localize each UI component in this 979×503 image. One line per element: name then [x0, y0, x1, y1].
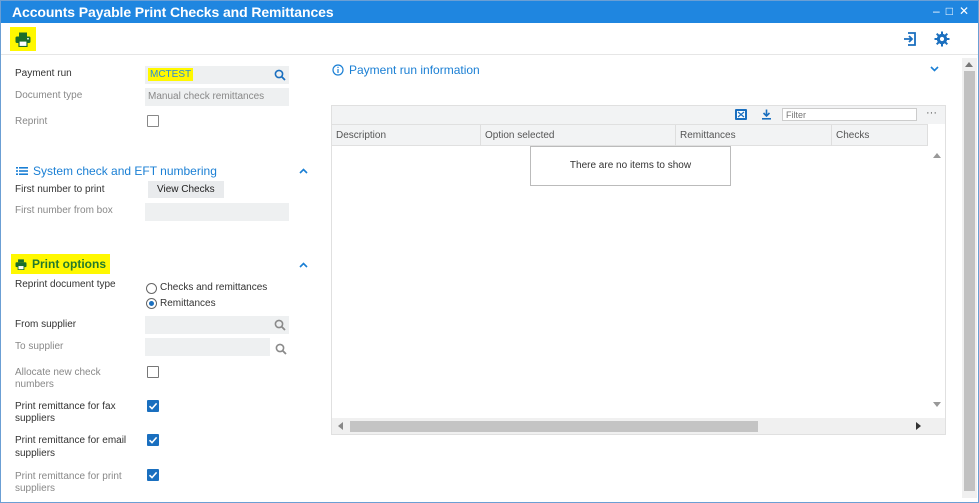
- print-options-section-title[interactable]: Print options: [11, 254, 110, 274]
- info-icon: [332, 64, 344, 76]
- first-from-box-label: First number from box: [15, 205, 113, 216]
- fax-checkbox[interactable]: [147, 400, 159, 412]
- search-icon[interactable]: [274, 69, 286, 81]
- payment-info-grid: ··· Description Option selected Remittan…: [331, 105, 946, 435]
- checkmark-icon: [148, 471, 158, 479]
- numbering-title-text: System check and EFT numbering: [33, 164, 217, 178]
- chevron-down-icon[interactable]: [930, 66, 939, 72]
- from-supplier-input[interactable]: [145, 316, 289, 334]
- allocate-label-line1: Allocate new check: [15, 367, 101, 378]
- document-type-value: Manual check remittances: [148, 91, 265, 102]
- email-label-line1: Print remittance for email: [15, 435, 127, 446]
- export-icon: [904, 32, 916, 46]
- gear-icon: [934, 31, 950, 47]
- print-label-line1: Print remittance for print: [15, 471, 122, 482]
- toolbar: [1, 23, 978, 55]
- close-button[interactable]: ✕: [959, 4, 969, 18]
- search-icon[interactable]: [274, 319, 286, 331]
- minimize-button[interactable]: –: [933, 4, 940, 18]
- reprint-label: Reprint: [15, 116, 48, 127]
- email-checkbox[interactable]: [147, 434, 159, 446]
- print-options-title-text: Print options: [32, 257, 106, 271]
- chevron-up-icon[interactable]: [299, 168, 308, 174]
- empty-message: There are no items to show: [530, 146, 731, 186]
- fax-label-line1: Print remittance for fax: [15, 401, 116, 412]
- filter-input[interactable]: [782, 108, 917, 121]
- payment-run-label: Payment run: [15, 68, 72, 79]
- scroll-up-arrow-icon[interactable]: [933, 152, 941, 158]
- grid-vertical-scrollbar[interactable]: [930, 146, 945, 414]
- first-number-label: First number to print: [15, 184, 105, 195]
- numbering-section-title[interactable]: System check and EFT numbering: [16, 164, 217, 178]
- chevron-up-icon[interactable]: [299, 262, 308, 268]
- print-button[interactable]: [10, 27, 36, 51]
- payment-run-input[interactable]: MCTEST: [145, 66, 289, 84]
- page-scroll-thumb[interactable]: [964, 71, 975, 491]
- window-controls: – □ ✕: [933, 4, 969, 18]
- search-icon[interactable]: [275, 343, 287, 355]
- maximize-button[interactable]: □: [946, 4, 953, 18]
- fax-label-line2: suppliers: [15, 413, 56, 424]
- view-checks-button[interactable]: View Checks: [148, 181, 224, 198]
- email-label-line2: suppliers: [15, 448, 56, 459]
- page-vertical-scrollbar[interactable]: [962, 58, 977, 498]
- to-supplier-label: To supplier: [15, 341, 64, 352]
- horizontal-scroll-thumb[interactable]: [350, 421, 758, 432]
- grid-header: Description Option selected Remittances …: [332, 124, 928, 146]
- radio-checks-and-remittances[interactable]: [146, 283, 157, 294]
- window-title: Accounts Payable Print Checks and Remitt…: [12, 4, 334, 20]
- reprint-doc-type-label: Reprint document type: [15, 279, 116, 290]
- print-label-line2: suppliers: [15, 483, 56, 494]
- title-bar: Accounts Payable Print Checks and Remitt…: [1, 1, 978, 23]
- to-supplier-input[interactable]: [145, 338, 270, 356]
- allocate-label-line2: numbers: [15, 379, 54, 390]
- document-type-field: Manual check remittances: [145, 88, 289, 106]
- radio-checks-and-remittances-label: Checks and remittances: [160, 282, 268, 293]
- download-icon[interactable]: [761, 109, 772, 120]
- allocate-checkbox[interactable]: [147, 366, 159, 378]
- reprint-checkbox[interactable]: [147, 115, 159, 127]
- checkmark-icon: [148, 402, 158, 410]
- more-options-icon[interactable]: ···: [926, 107, 937, 119]
- settings-button[interactable]: [931, 28, 953, 50]
- scroll-right-arrow-icon[interactable]: [916, 422, 922, 430]
- radio-remittances-label: Remittances: [160, 298, 216, 309]
- column-checks[interactable]: Checks: [832, 125, 928, 146]
- scroll-left-arrow-icon[interactable]: [337, 422, 343, 430]
- payment-info-section-title[interactable]: Payment run information: [332, 63, 480, 77]
- scroll-down-arrow-icon[interactable]: [933, 402, 941, 408]
- list-icon: [16, 167, 28, 175]
- grid-horizontal-scrollbar[interactable]: [332, 418, 945, 434]
- column-remittances[interactable]: Remittances: [676, 125, 832, 146]
- payment-run-value: MCTEST: [148, 68, 194, 81]
- radio-remittances[interactable]: [146, 298, 157, 309]
- payment-info-title-text: Payment run information: [349, 63, 480, 77]
- document-type-label: Document type: [15, 90, 83, 101]
- printer-icon: [15, 32, 31, 47]
- scroll-up-arrow-icon[interactable]: [965, 61, 973, 67]
- first-from-box-field: [145, 203, 289, 221]
- app-window: Accounts Payable Print Checks and Remitt…: [0, 0, 979, 503]
- checkmark-icon: [148, 436, 158, 444]
- grid-toolbar: ···: [332, 106, 945, 124]
- export-button[interactable]: [899, 28, 921, 50]
- printer-icon: [15, 258, 27, 270]
- excel-icon[interactable]: [735, 109, 747, 120]
- column-description[interactable]: Description: [332, 125, 481, 146]
- from-supplier-label: From supplier: [15, 319, 77, 330]
- print-checkbox[interactable]: [147, 469, 159, 481]
- column-option-selected[interactable]: Option selected: [481, 125, 676, 146]
